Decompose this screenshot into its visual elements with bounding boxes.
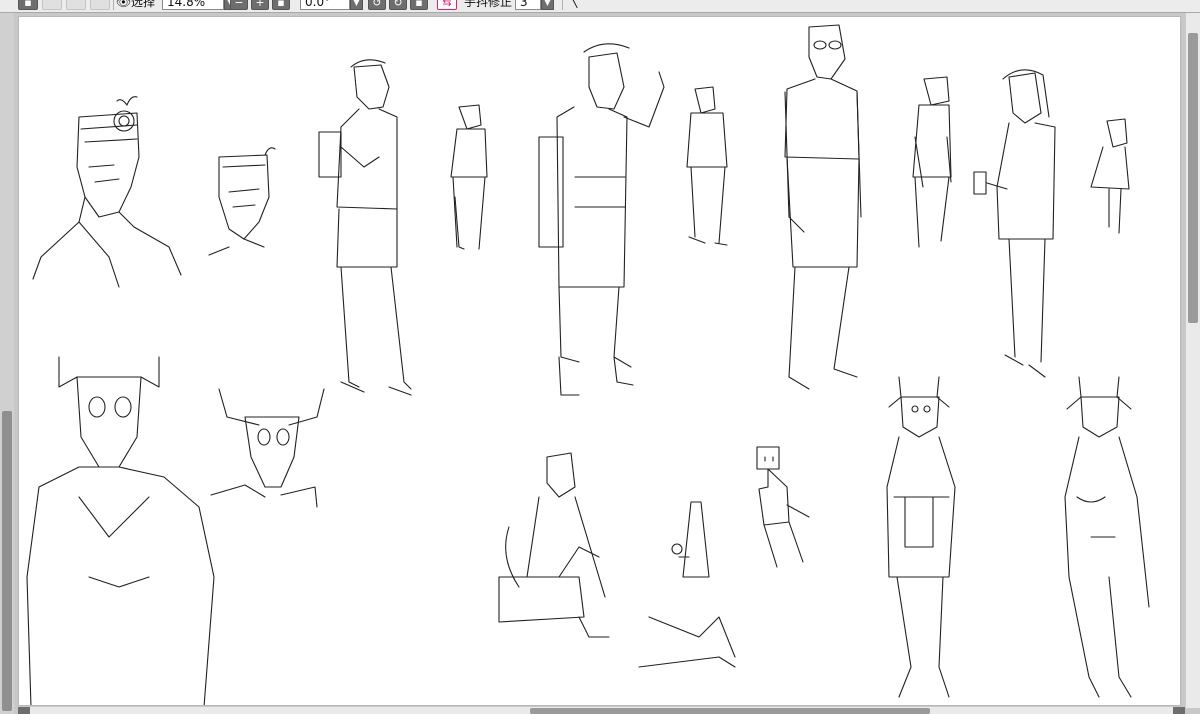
bonfire-sword — [638, 501, 736, 668]
left-panel-strip — [0, 13, 14, 714]
scroll-right-arrow-icon[interactable] — [1173, 707, 1185, 714]
save-icon[interactable]: ▪ — [18, 0, 38, 10]
undo-icon[interactable] — [66, 0, 86, 10]
small-backpacker — [686, 86, 728, 246]
horned-girl-overalls — [886, 376, 956, 698]
eye-icon[interactable]: 👁 — [116, 0, 131, 9]
skull-headed-torso — [26, 356, 215, 705]
small-child-figure — [1090, 118, 1130, 234]
box-head-stick-figure — [756, 446, 810, 568]
rotation-dropdown-chevron-down-icon[interactable]: ▼ — [350, 0, 363, 10]
rotation-input[interactable]: 0.0° — [300, 0, 350, 10]
vertical-scrollbar[interactable] — [1185, 13, 1200, 708]
zoom-in-icon[interactable]: + — [251, 0, 269, 10]
vertical-scroll-thumb[interactable] — [1188, 33, 1198, 323]
rotate-right-icon[interactable]: ↻ — [389, 0, 407, 10]
scroll-left-arrow-icon[interactable] — [18, 707, 30, 714]
small-head-with-sprout — [208, 147, 276, 256]
horned-figure-nude-study — [1064, 376, 1150, 698]
stabilizer-label: 手抖修正 — [464, 0, 513, 9]
rotate-reset-icon[interactable]: ▪ — [410, 0, 428, 10]
stabilizer-dropdown-chevron-down-icon[interactable]: ▼ — [541, 0, 554, 10]
rotate-left-icon[interactable]: ↺ — [368, 0, 386, 10]
line-tool-icon[interactable]: ╲ — [570, 0, 577, 8]
blank-icon — [42, 0, 62, 10]
standing-man-with-clipboard — [318, 59, 412, 396]
sitting-figure — [498, 452, 610, 638]
woman-in-coat-with-phone — [973, 69, 1056, 378]
zoom-reset-icon[interactable]: ▪ — [272, 0, 290, 10]
small-man-standing — [912, 76, 952, 248]
backpacker-waving — [538, 43, 665, 396]
toolbar-separator — [113, 0, 114, 10]
redo-icon[interactable] — [90, 0, 110, 10]
toolbar-separator — [562, 0, 563, 10]
view-mode-label: 选择 — [131, 0, 156, 9]
small-standing-figure — [450, 104, 488, 250]
toolbar: ▪ 👁 选择 14.8% ▼ − + ▪ 0.0° ▼ ↺ ↻ ▪ ⇆ 手抖修正… — [0, 0, 1200, 13]
head-with-target-pattern — [32, 96, 182, 288]
sketch-layer — [26, 24, 1150, 705]
zoom-input[interactable]: 14.8% — [162, 0, 224, 10]
horizontal-scroll-thumb[interactable] — [530, 708, 930, 714]
zoom-out-icon[interactable]: − — [230, 0, 248, 10]
flip-icon[interactable]: ⇆ — [437, 0, 457, 10]
bull-skull-bust — [210, 388, 325, 508]
tall-man-with-glasses — [784, 24, 862, 390]
stabilizer-input[interactable]: 3 — [515, 0, 541, 10]
left-panel-scroll-thumb[interactable] — [2, 411, 12, 711]
drawing-canvas[interactable] — [18, 16, 1181, 706]
horizontal-scrollbar[interactable] — [18, 706, 1185, 714]
